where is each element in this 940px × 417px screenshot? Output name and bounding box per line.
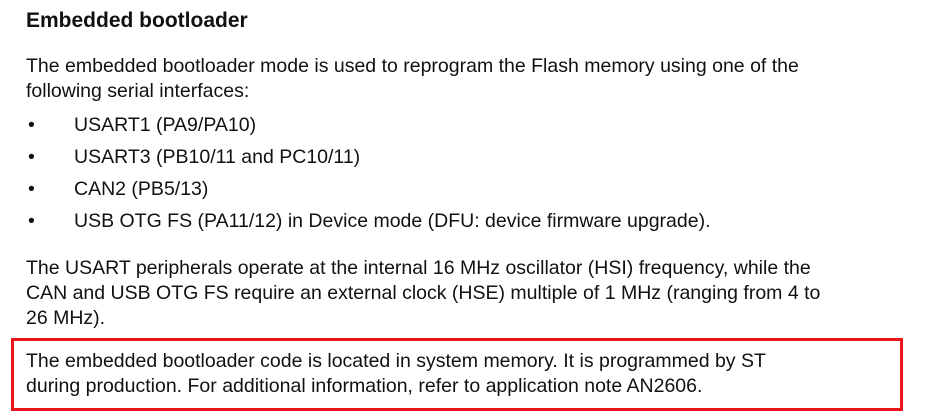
- bullet-icon: •: [28, 146, 35, 168]
- usart-paragraph: The USART peripherals operate at the int…: [26, 256, 936, 331]
- note-line-2: during production. For additional inform…: [26, 375, 703, 397]
- bullet-icon: •: [28, 210, 35, 232]
- usart-line-3: 26 MHz).: [26, 307, 106, 329]
- note-line-1: The embedded bootloader code is located …: [26, 350, 766, 372]
- usart-line-1: The USART peripherals operate at the int…: [26, 257, 811, 279]
- bullet-icon: •: [28, 114, 35, 136]
- interface-usart1: USART1 (PA9/PA10): [74, 114, 257, 136]
- highlight-box: The embedded bootloader code is located …: [11, 338, 903, 411]
- interface-usb-otg-fs: USB OTG FS (PA11/12) in Device mode (DFU…: [74, 210, 711, 232]
- highlighted-note: The embedded bootloader code is located …: [26, 349, 896, 399]
- usart-line-2: CAN and USB OTG FS require an external c…: [26, 282, 821, 304]
- document-page: Embedded bootloader The embedded bootloa…: [0, 0, 940, 417]
- bullet-icon: •: [28, 178, 35, 200]
- intro-line-1: The embedded bootloader mode is used to …: [26, 55, 799, 77]
- section-heading: Embedded bootloader: [26, 9, 248, 32]
- intro-line-2: following serial interfaces:: [26, 80, 250, 102]
- interface-usart3: USART3 (PB10/11 and PC10/11): [74, 146, 361, 168]
- intro-paragraph: The embedded bootloader mode is used to …: [26, 54, 926, 104]
- interface-can2: CAN2 (PB5/13): [74, 178, 209, 200]
